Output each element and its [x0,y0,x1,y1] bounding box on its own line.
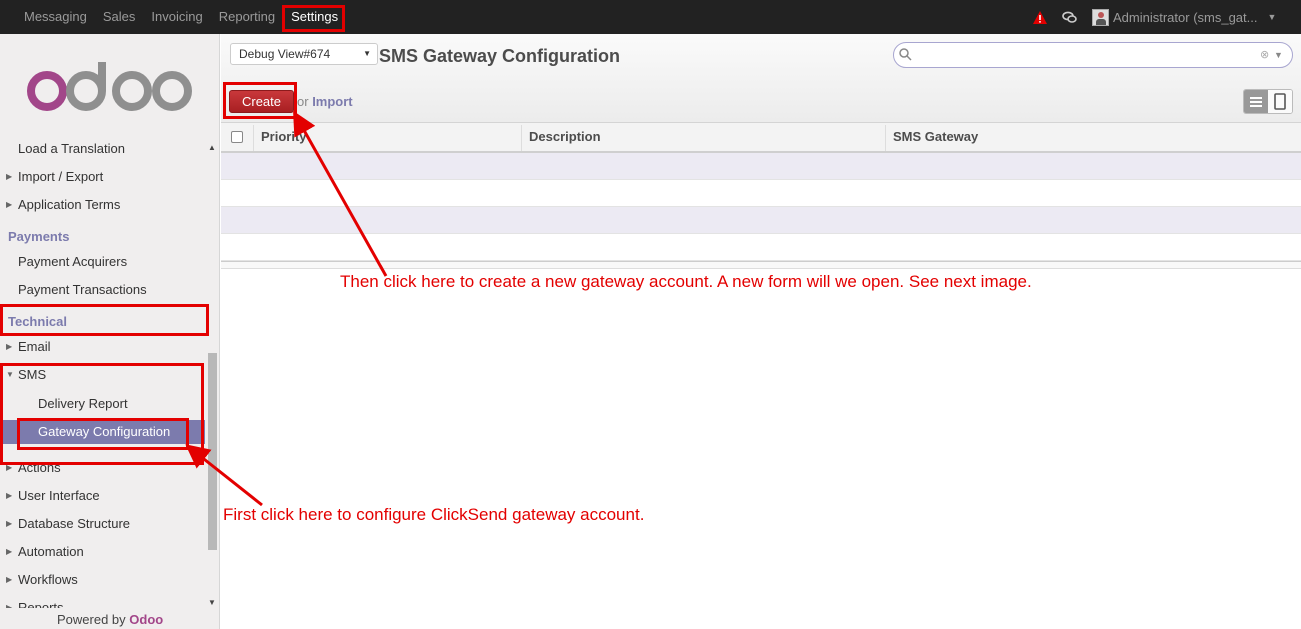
scroll-down-icon[interactable]: ▼ [208,598,216,607]
chat-icon[interactable] [1062,0,1077,34]
chevron-down-icon[interactable]: ▼ [1274,50,1283,60]
column-divider [253,125,254,151]
nav-user-interface[interactable]: ▶ User Interface [0,484,205,508]
table-row [221,180,1301,207]
chevron-down-icon: ▼ [363,49,371,58]
nav-email[interactable]: ▶ Email [0,335,205,359]
chevron-right-icon: ▶ [6,575,13,584]
scrollbar-thumb[interactable] [208,353,217,550]
search-icon [899,48,912,64]
search-input[interactable] [916,47,1236,63]
nav-automation[interactable]: ▶ Automation [0,540,205,564]
user-menu[interactable]: Administrator (sms_gat... ▼ [1092,0,1276,34]
annotation-box-create [223,82,297,119]
chevron-right-icon: ▶ [6,342,13,351]
select-all-checkbox[interactable] [231,131,243,143]
sidebar-scrollbar[interactable]: ▲ ▼ [206,138,218,608]
nav-import-export[interactable]: ▶ Import / Export [0,165,205,189]
warning-icon[interactable] [1033,0,1047,34]
nav-reports[interactable]: ▶ Reports [0,596,205,608]
search-box[interactable]: ⊗ ▼ [893,42,1293,68]
column-divider [521,125,522,151]
chevron-right-icon: ▶ [6,547,13,556]
debug-view-select[interactable]: Debug View#674 ▼ [230,43,378,65]
menu-sales[interactable]: Sales [95,0,144,34]
column-divider [885,125,886,151]
top-navbar: Messaging Sales Invoicing Reporting Sett… [0,0,1301,34]
annotation-box-technical [0,304,209,336]
chevron-right-icon: ▶ [6,200,13,209]
annotation-box-settings [282,5,345,32]
import-link-group: or Import [297,94,353,109]
column-description[interactable]: Description [529,123,601,151]
list-view-icon[interactable] [1244,90,1268,113]
form-view-icon[interactable] [1268,90,1292,113]
control-panel: Debug View#674 ▼ SMS Gateway Configurati… [221,34,1301,123]
section-payments: Payments [8,229,70,244]
powered-by: Powered by Odoo [57,612,164,627]
odoo-logo[interactable] [26,62,194,115]
view-switcher [1243,89,1293,114]
powered-by-link[interactable]: Odoo [129,612,163,627]
nav-payment-acquirers[interactable]: Payment Acquirers [0,250,205,274]
table-row [221,207,1301,234]
user-name: Administrator (sms_gat... [1113,9,1258,25]
avatar [1092,8,1109,26]
column-priority[interactable]: Priority [261,123,307,151]
table-footer [221,261,1301,269]
menu-invoicing[interactable]: Invoicing [143,0,210,34]
nav-payment-transactions[interactable]: Payment Transactions [0,278,205,302]
nav-load-translation[interactable]: Load a Translation [0,137,205,161]
table-row [221,153,1301,180]
column-sms-gateway[interactable]: SMS Gateway [893,123,978,151]
chevron-right-icon: ▶ [6,519,13,528]
annotation-gateway-instruction: First click here to configure ClickSend … [223,505,645,524]
chevron-down-icon: ▼ [1267,12,1277,22]
nav-application-terms[interactable]: ▶ Application Terms [0,193,205,217]
annotation-create-instruction: Then click here to create a new gateway … [340,272,1032,291]
clear-icon[interactable]: ⊗ [1260,48,1269,61]
chevron-right-icon: ▶ [6,172,13,181]
page-title: SMS Gateway Configuration [379,46,621,66]
table-row [221,234,1301,261]
nav-workflows[interactable]: ▶ Workflows [0,568,205,592]
table-header: Priority Description SMS Gateway [221,123,1301,153]
import-link[interactable]: Import [312,94,352,109]
chevron-right-icon: ▶ [6,603,13,608]
nav-database-structure[interactable]: ▶ Database Structure [0,512,205,536]
menu-reporting[interactable]: Reporting [211,0,283,34]
menu-messaging[interactable]: Messaging [0,0,95,34]
scroll-up-icon[interactable]: ▲ [208,143,216,152]
chevron-right-icon: ▶ [6,491,13,500]
annotation-box-gateway [17,418,189,450]
